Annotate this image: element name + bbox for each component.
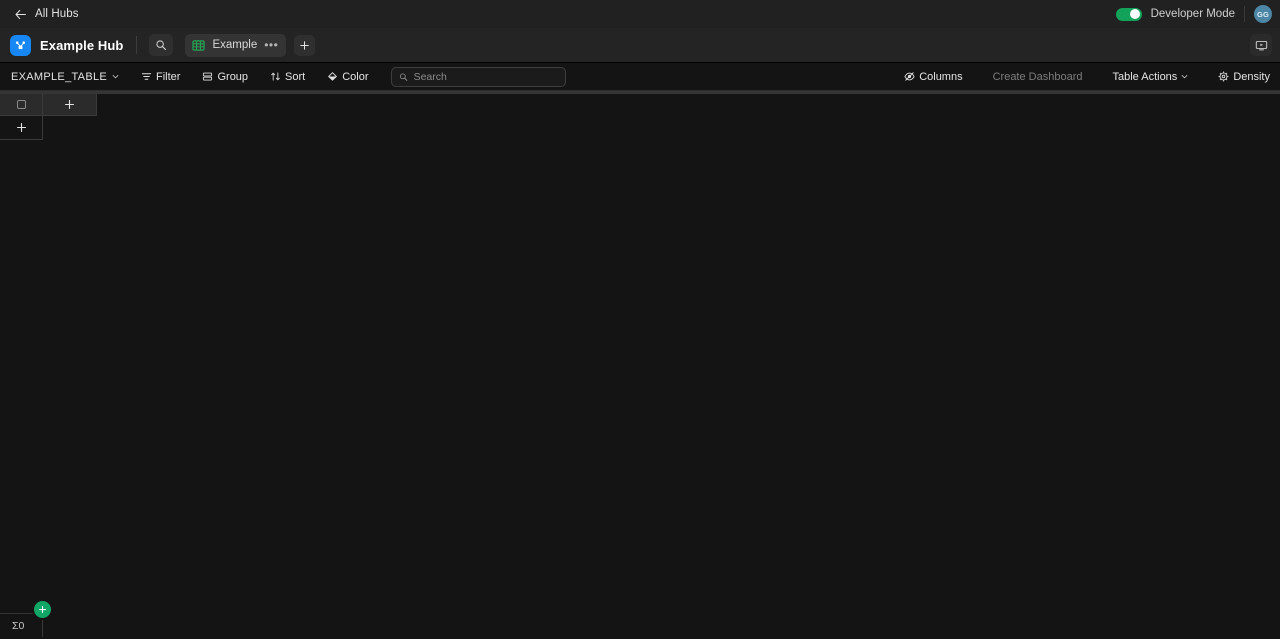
horizontal-scrollbar[interactable] — [0, 91, 1280, 94]
sort-label: Sort — [285, 70, 306, 83]
add-record-fab[interactable] — [34, 601, 51, 618]
add-row-button[interactable] — [0, 116, 43, 140]
sort-button[interactable]: Sort — [270, 71, 305, 83]
back-to-all-hubs-button[interactable]: All Hubs — [10, 6, 83, 23]
color-button[interactable]: Color — [327, 70, 369, 83]
avatar[interactable]: GG — [1254, 5, 1272, 23]
add-column-button[interactable] — [43, 94, 97, 116]
table-name-selector[interactable]: EXAMPLE_TABLE — [11, 71, 119, 83]
back-label: All Hubs — [35, 8, 79, 20]
table-grid: Σ0 — [0, 91, 1280, 637]
search-icon — [156, 40, 167, 51]
toolbar-right-group: Columns Create Dashboard Table Actions D… — [874, 71, 1270, 83]
grid-footer: Σ0 — [0, 601, 1280, 637]
group-button[interactable]: Group — [202, 71, 248, 83]
search-icon — [399, 72, 407, 81]
search-box[interactable] — [390, 66, 566, 87]
developer-mode-toggle[interactable] — [1115, 7, 1142, 21]
hub-nodes-icon — [15, 40, 26, 49]
table-grid-icon — [192, 39, 206, 51]
summary-row: Σ0 — [0, 613, 43, 637]
table-name-label: EXAMPLE_TABLE — [11, 70, 108, 83]
top-bar-right-group: Developer Mode GG — [1115, 5, 1272, 23]
checkbox-icon — [16, 100, 26, 109]
chevron-down-icon — [1181, 75, 1188, 79]
top-bar: All Hubs Developer Mode GG — [0, 0, 1280, 28]
eye-slash-icon — [904, 72, 915, 81]
search-input[interactable] — [413, 70, 558, 83]
filter-icon — [141, 73, 152, 80]
plus-icon — [16, 122, 26, 133]
hub-bar: Example Hub Example ••• — [0, 28, 1280, 63]
group-label: Group — [217, 70, 249, 83]
columns-label: Columns — [919, 70, 963, 83]
create-dashboard-label: Create Dashboard — [992, 70, 1083, 83]
add-tab-button[interactable] — [294, 34, 316, 56]
tab-example[interactable]: Example ••• — [185, 33, 287, 57]
top-bar-divider — [1244, 6, 1245, 22]
create-dashboard-button[interactable]: Create Dashboard — [993, 71, 1083, 83]
columns-button[interactable]: Columns — [904, 70, 963, 83]
grid-header-row — [0, 94, 97, 116]
table-actions-button[interactable]: Table Actions — [1112, 71, 1188, 83]
hub-logo-icon[interactable] — [10, 34, 31, 56]
plus-icon — [300, 40, 310, 50]
filter-button[interactable]: Filter — [141, 71, 180, 83]
present-monitor-button[interactable] — [1250, 34, 1272, 56]
hub-search-button[interactable] — [149, 34, 174, 56]
horizontal-scrollbar-thumb[interactable] — [0, 91, 1280, 94]
density-button[interactable]: Density — [1218, 71, 1270, 83]
density-label: Density — [1233, 70, 1270, 83]
arrow-left-icon — [15, 9, 26, 19]
present-monitor-icon — [1255, 40, 1267, 50]
summary-count-cell[interactable]: Σ0 — [0, 614, 43, 637]
plus-icon — [64, 99, 75, 110]
color-label: Color — [342, 70, 369, 83]
tab-menu-button[interactable]: ••• — [264, 39, 278, 51]
hub-bar-right-group — [1250, 34, 1272, 56]
select-all-checkbox[interactable] — [0, 94, 43, 116]
sort-arrows-icon — [271, 72, 280, 81]
developer-mode-label: Developer Mode — [1150, 8, 1235, 20]
hub-bar-divider — [136, 36, 138, 54]
filter-label: Filter — [156, 70, 181, 83]
table-toolbar: EXAMPLE_TABLE Filter Group Sort Color Se… — [0, 63, 1280, 91]
plus-icon — [38, 605, 47, 614]
group-rows-icon — [203, 72, 213, 81]
table-actions-label: Table Actions — [1112, 70, 1178, 83]
gear-icon — [1218, 71, 1229, 82]
color-droplet-icon — [328, 72, 338, 81]
hub-title: Example Hub — [40, 37, 124, 53]
chevron-down-icon — [112, 75, 119, 79]
tab-label: Example — [212, 39, 258, 51]
